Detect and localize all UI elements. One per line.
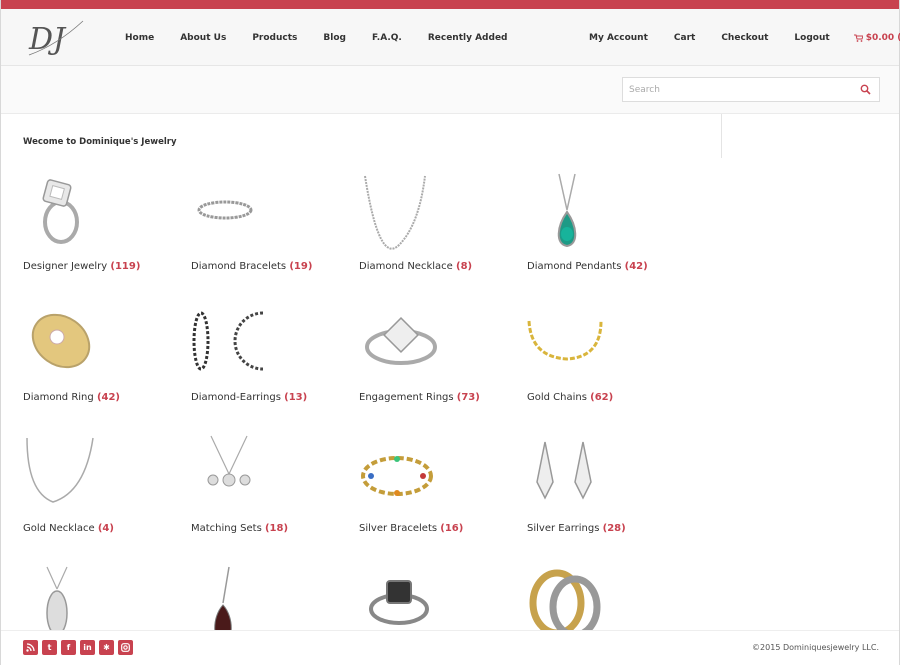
chain-icon [527, 320, 603, 361]
yelp-icon[interactable]: ✱ [99, 640, 114, 655]
linkedin-icon[interactable]: in [80, 640, 95, 655]
shopping-cart-icon [853, 34, 863, 42]
category-tile[interactable]: Diamond Necklace (8) [359, 170, 527, 295]
pendant-icon [207, 435, 251, 487]
cart-total: $0.00 (0) [865, 32, 900, 43]
category-label[interactable]: Gold Chains (62) [527, 392, 613, 403]
category-label[interactable]: Matching Sets (18) [191, 523, 288, 534]
nav-home[interactable]: Home [125, 33, 154, 43]
category-tile[interactable]: Silver Earrings (28) [527, 432, 695, 557]
ring-icon [365, 316, 437, 365]
category-tile[interactable]: Designer Jewelry (119) [23, 170, 191, 295]
earrings-icon [536, 441, 592, 500]
welcome-heading: Wecome to Dominique's Jewelry [23, 137, 177, 147]
category-label[interactable]: Designer Jewelry (119) [23, 261, 140, 272]
sidebar-divider [721, 114, 722, 158]
pendant-icon [557, 173, 577, 248]
bracelet-icon [361, 456, 433, 496]
copyright-text: ©2015 Dominiquesjewelry LLC. [752, 643, 879, 652]
search-bar [1, 66, 899, 114]
site-footer: t f in ✱ ©2015 Dominiquesjewelry LLC. [1, 630, 899, 665]
facebook-icon[interactable]: f [61, 640, 76, 655]
nav-faq[interactable]: F.A.Q. [372, 33, 402, 43]
nav-checkout[interactable]: Checkout [721, 33, 768, 43]
category-label[interactable]: Diamond Necklace (8) [359, 261, 472, 272]
nav-recently-added[interactable]: Recently Added [428, 33, 508, 43]
search-box [622, 77, 880, 102]
nav-blog[interactable]: Blog [323, 33, 346, 43]
nav-my-account[interactable]: My Account [589, 33, 648, 43]
account-nav: My Account Cart Checkout Logout $0.00 (0… [589, 9, 900, 66]
category-label[interactable]: Silver Bracelets (16) [359, 523, 463, 534]
search-icon[interactable] [860, 84, 871, 95]
category-label[interactable]: Diamond Ring (42) [23, 392, 120, 403]
category-label[interactable]: Engagement Rings (73) [359, 392, 480, 403]
twitter-icon[interactable]: t [42, 640, 57, 655]
nav-cart[interactable]: Cart [674, 33, 695, 43]
category-tile[interactable]: Matching Sets (18) [191, 432, 359, 557]
ring-icon [42, 179, 79, 244]
category-label[interactable]: Diamond Pendants (42) [527, 261, 648, 272]
rss-icon[interactable] [23, 640, 38, 655]
svg-text:DJ: DJ [28, 22, 67, 57]
top-accent-bar [1, 0, 899, 9]
dj-logo[interactable]: DJ [27, 15, 85, 59]
category-tile[interactable]: Engagement Rings (73) [359, 301, 527, 426]
search-input[interactable] [623, 78, 848, 101]
site-header: DJ Home About Us Products Blog F.A.Q. Re… [1, 9, 900, 66]
main-nav: Home About Us Products Blog F.A.Q. Recen… [125, 9, 508, 66]
category-label[interactable]: Silver Earrings (28) [527, 523, 626, 534]
necklace-icon [364, 175, 426, 250]
social-links: t f in ✱ [23, 640, 133, 655]
category-tile[interactable]: Diamond Ring (42) [23, 301, 191, 426]
category-tile[interactable]: Diamond-Earrings (13) [191, 301, 359, 426]
category-tile[interactable]: Diamond Bracelets (19) [191, 170, 359, 295]
category-tile[interactable]: Gold Chains (62) [527, 301, 695, 426]
hoop-earrings-icon [192, 311, 264, 371]
category-grid: Designer Jewelry (119) Diamond Bracelets… [23, 170, 703, 646]
necklace-icon [26, 437, 94, 503]
category-tile[interactable]: Gold Necklace (4) [23, 432, 191, 557]
category-label[interactable]: Gold Necklace (4) [23, 523, 114, 534]
nav-products[interactable]: Products [252, 33, 297, 43]
instagram-icon[interactable] [118, 640, 133, 655]
ring-icon [31, 313, 91, 369]
category-tile[interactable]: Diamond Pendants (42) [527, 170, 695, 295]
category-tile[interactable]: Silver Bracelets (16) [359, 432, 527, 557]
cart-total-link[interactable]: $0.00 (0) [853, 32, 900, 43]
nav-about-us[interactable]: About Us [180, 33, 226, 43]
category-label[interactable]: Diamond Bracelets (19) [191, 261, 312, 272]
nav-logout[interactable]: Logout [794, 33, 829, 43]
category-label[interactable]: Diamond-Earrings (13) [191, 392, 307, 403]
bracelet-icon [197, 200, 253, 220]
